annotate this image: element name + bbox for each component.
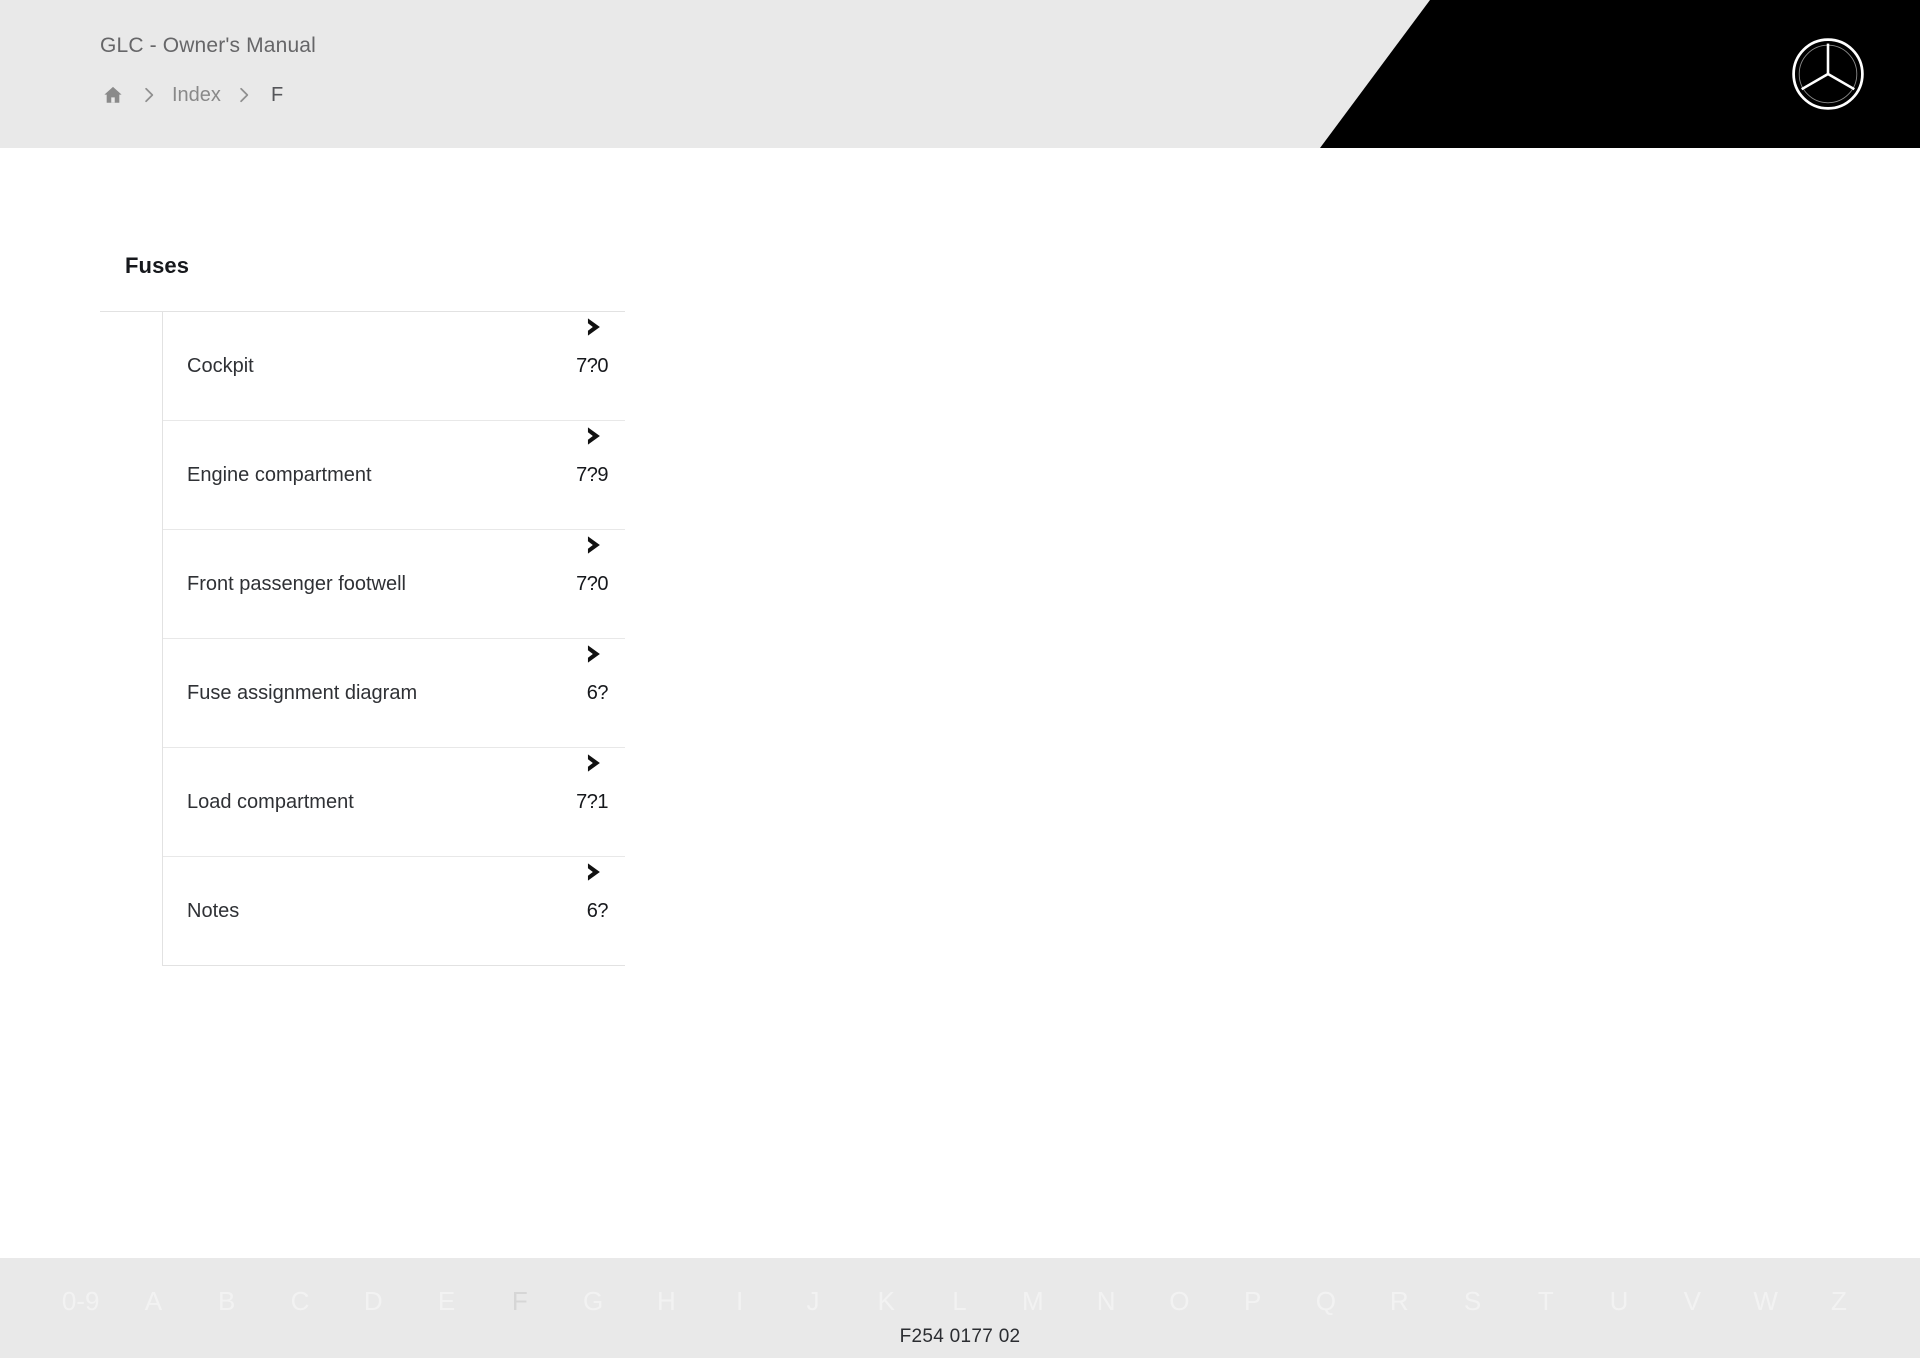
- alpha-item-j[interactable]: J: [777, 1288, 850, 1328]
- page-title: Fuses: [125, 253, 190, 278]
- alpha-item-z[interactable]: Z: [1803, 1288, 1876, 1328]
- page-footer: 0-9 A B C D E F G H I J K L M N O P Q R …: [0, 1258, 1920, 1358]
- list-item[interactable]: Cockpit 7?0: [163, 312, 625, 421]
- document-code: F254 0177 02: [899, 1326, 1021, 1347]
- breadcrumb-item-index[interactable]: Index: [172, 84, 221, 107]
- alpha-item-f[interactable]: F: [484, 1288, 557, 1328]
- list-item-page: 7?0: [576, 354, 608, 377]
- alpha-item-m[interactable]: M: [997, 1288, 1070, 1328]
- alpha-item-0-9[interactable]: 0-9: [44, 1288, 117, 1328]
- alpha-item-q[interactable]: Q: [1290, 1288, 1363, 1328]
- page-header: GLC - Owner's Manual Index F: [0, 0, 1920, 148]
- alpha-item-u[interactable]: U: [1583, 1288, 1656, 1328]
- list-item-label: Fuse assignment diagram: [187, 681, 418, 704]
- alpha-item-t[interactable]: T: [1510, 1288, 1583, 1328]
- list-item[interactable]: Load compartment 7?1: [163, 748, 625, 857]
- home-icon[interactable]: [100, 82, 126, 108]
- chevron-right-icon: [126, 82, 172, 108]
- alpha-item-d[interactable]: D: [337, 1288, 410, 1328]
- list-item-page: 7?0: [576, 572, 608, 595]
- alpha-item-l[interactable]: L: [923, 1288, 996, 1328]
- index-entry-list: Cockpit 7?0 Engine compartment 7?9 Front…: [100, 311, 625, 966]
- arrow-right-icon: [582, 423, 608, 449]
- main-content: Fuses Cockpit 7?0 Engine compartment 7?9: [0, 148, 1920, 1258]
- list-item-page: 7?9: [576, 463, 608, 486]
- index-entry-list-inner: Cockpit 7?0 Engine compartment 7?9 Front…: [162, 312, 625, 966]
- alpha-item-a[interactable]: A: [117, 1288, 190, 1328]
- list-item-label: Engine compartment: [187, 463, 372, 486]
- list-item-label: Cockpit: [187, 354, 254, 377]
- list-item[interactable]: Engine compartment 7?9: [163, 421, 625, 530]
- list-item-page: 6?: [586, 681, 609, 704]
- arrow-right-icon: [582, 314, 608, 340]
- list-item-page: 7?1: [576, 790, 608, 813]
- arrow-right-icon: [582, 750, 608, 776]
- breadcrumb-item-current: F: [270, 83, 284, 106]
- alpha-item-r[interactable]: R: [1363, 1288, 1436, 1328]
- alpha-item-p[interactable]: P: [1217, 1288, 1290, 1328]
- alpha-item-c[interactable]: C: [264, 1288, 337, 1328]
- alpha-item-h[interactable]: H: [630, 1288, 703, 1328]
- alpha-item-v[interactable]: V: [1656, 1288, 1729, 1328]
- list-item-label: Notes: [187, 899, 240, 922]
- arrow-right-icon: [582, 532, 608, 558]
- list-item-page: 6?: [586, 899, 609, 922]
- alpha-item-n[interactable]: N: [1070, 1288, 1143, 1328]
- arrow-right-icon: [582, 641, 608, 667]
- list-item[interactable]: Front passenger footwell 7?0: [163, 530, 625, 639]
- list-item-label: Front passenger footwell: [187, 572, 407, 595]
- alpha-item-e[interactable]: E: [410, 1288, 483, 1328]
- alpha-item-k[interactable]: K: [850, 1288, 923, 1328]
- mercedes-benz-star-logo: [1788, 34, 1868, 114]
- list-item-label: Load compartment: [187, 790, 354, 813]
- arrow-right-icon: [582, 859, 608, 885]
- alpha-item-w[interactable]: W: [1729, 1288, 1802, 1328]
- list-item[interactable]: Fuse assignment diagram 6?: [163, 639, 625, 748]
- alpha-item-i[interactable]: I: [704, 1288, 777, 1328]
- chevron-right-icon: [221, 82, 267, 108]
- alpha-item-s[interactable]: S: [1436, 1288, 1509, 1328]
- alpha-item-g[interactable]: G: [557, 1288, 630, 1328]
- alpha-item-o[interactable]: O: [1143, 1288, 1216, 1328]
- list-item[interactable]: Notes 6?: [163, 857, 625, 965]
- manual-title: GLC - Owner's Manual: [100, 34, 316, 57]
- breadcrumb: Index F: [100, 80, 283, 110]
- alpha-item-b[interactable]: B: [191, 1288, 264, 1328]
